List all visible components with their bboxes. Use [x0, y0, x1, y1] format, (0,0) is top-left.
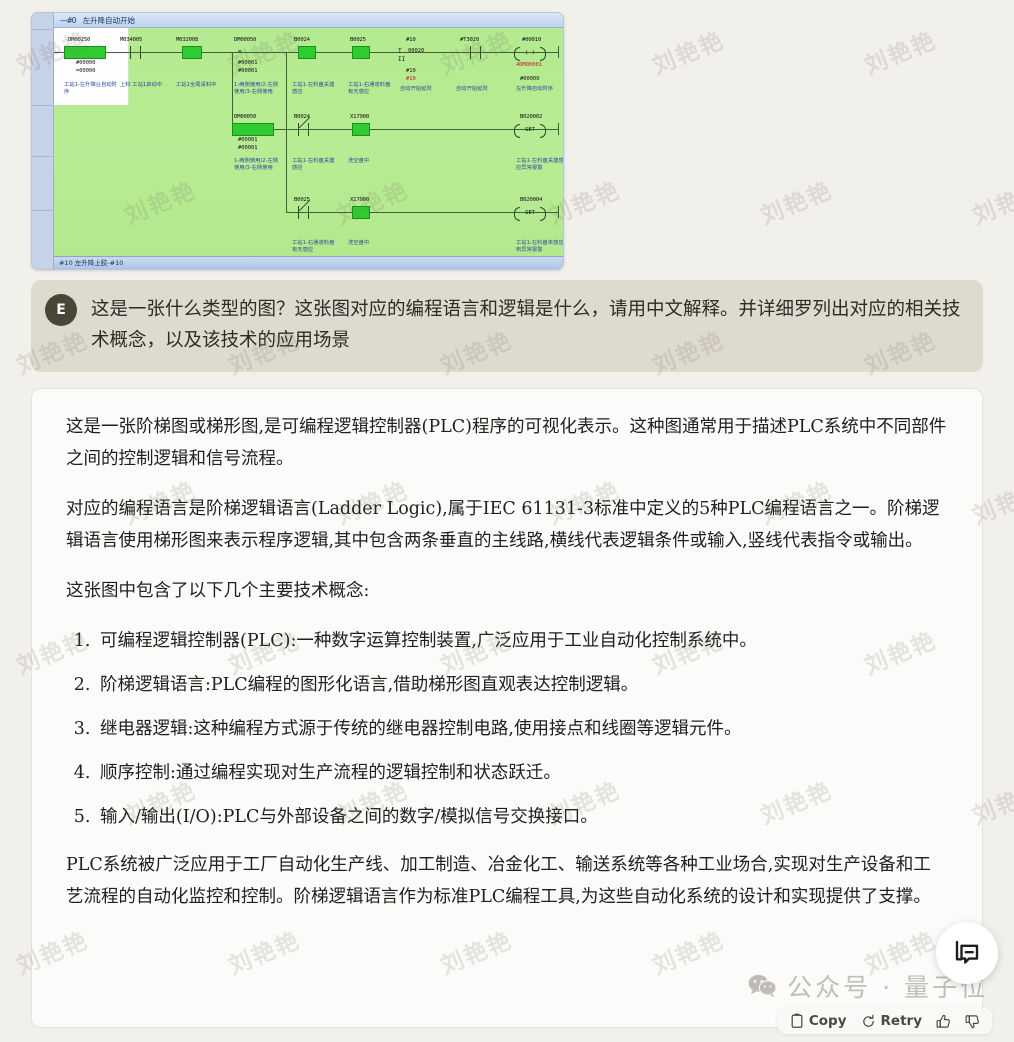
clipboard-icon	[791, 1013, 803, 1028]
plc-window: —#0 左升降自动开始 DM00250 #00000 =00000 工站1-左升降…	[32, 13, 563, 269]
plc-block-dm00250	[64, 46, 106, 59]
answer-closing-paragraph: PLC系统被广泛应用于工厂自动化生产线、加工制造、冶金化工、输送系统等各种工业场…	[66, 855, 931, 907]
plc-contact-m034005	[130, 46, 141, 59]
watermark-text: 刘艳艳	[968, 177, 1014, 230]
list-item: 输入/输出(I/O):PLC与外部设备之间的数字/模拟信号交换接口。	[96, 801, 948, 833]
right-rail	[558, 46, 559, 58]
plc-coil-00010: ( )	[514, 46, 546, 61]
plc-row-gutter	[32, 13, 54, 269]
list-item: 继电器逻辑:这种编程方式源于传统的继电器控制电路,使用接点和线圈等逻辑元件。	[96, 713, 948, 745]
plc-contact-nc-b0024	[298, 116, 311, 136]
chat-feedback-icon	[955, 940, 979, 964]
retry-icon	[862, 1014, 874, 1027]
plc-rung-title: 左升降自动开始	[82, 16, 136, 25]
plc-next-rung-bar: #10 左升降上胶-#10	[54, 256, 563, 269]
plc-block-b0025	[352, 46, 370, 59]
feedback-button[interactable]	[936, 922, 998, 984]
plc-block-dm00050-b	[232, 123, 274, 136]
thumbs-up-icon	[936, 1014, 950, 1028]
plc-block-x17900-a	[352, 123, 370, 136]
watermark-text: 刘艳艳	[648, 27, 729, 80]
plc-ladder-diagram-image[interactable]: —#0 左升降自动开始 DM00250 #00000 =00000 工站1-左升降…	[31, 12, 564, 270]
watermark-text: 刘艳艳	[860, 27, 941, 80]
user-question-text: 这是一张什么类型的图？这张图对应的编程语言和逻辑是什么，请用中文解释。并详细罗列…	[91, 299, 961, 351]
plc-rung-title-bar: —#0 左升降自动开始	[54, 13, 563, 28]
user-question-bubble: E 这是一张什么类型的图？这张图对应的编程语言和逻辑是什么，请用中文解释。并详细…	[31, 280, 983, 372]
message-action-bar: Copy Retry	[777, 1008, 992, 1034]
copy-button[interactable]: Copy	[790, 1013, 847, 1029]
retry-label: Retry	[880, 1013, 922, 1029]
plc-contact-t3020	[470, 46, 481, 59]
plc-block-x17900-b	[352, 206, 370, 219]
user-message-row: E 这是一张什么类型的图？这张图对应的编程语言和逻辑是什么，请用中文解释。并详细…	[31, 280, 983, 372]
answer-paragraph-2: 对应的编程语言是阶梯逻辑语言(Ladder Logic),属于IEC 61131…	[66, 499, 940, 551]
plc-rung-number: —#0	[60, 16, 77, 25]
plc-coil-set-b020002: SET	[514, 123, 546, 138]
list-item: 顺序控制:通过编程实现对生产流程的逻辑控制和状态跃迁。	[96, 757, 948, 789]
assistant-answer-card: 这是一张阶梯图或梯形图,是可编程逻辑控制器(PLC)程序的可视化表示。这种图通常…	[31, 388, 983, 1028]
watermark-text: 刘艳艳	[756, 177, 837, 230]
plc-coil-set-b020004: SET	[514, 206, 546, 221]
avatar: E	[45, 294, 77, 326]
answer-paragraph-1: 这是一张阶梯图或梯形图,是可编程逻辑控制器(PLC)程序的可视化表示。这种图通常…	[66, 417, 947, 469]
plc-block-m032008	[182, 46, 202, 59]
answer-paragraph-3: 这张图中包含了以下几个主要技术概念:	[66, 581, 370, 601]
list-item: 可编程逻辑控制器(PLC):一种数字运算控制装置,广泛应用于工业自动化控制系统中…	[96, 625, 948, 657]
branch-vertical-left	[232, 52, 233, 129]
branch-vertical-mid	[286, 52, 287, 212]
plc-contact-nc-b0025	[298, 199, 311, 219]
copy-label: Copy	[808, 1013, 847, 1029]
thumbs-up-button[interactable]	[936, 1014, 951, 1029]
plc-canvas: DM00250 #00000 =00000 工站1-左升降台自动时序 M0340…	[54, 28, 563, 256]
retry-button[interactable]: Retry	[861, 1013, 922, 1029]
thumbs-down-button[interactable]	[965, 1014, 980, 1029]
rung2-wire	[232, 129, 559, 130]
answer-concepts-list: 可编程逻辑控制器(PLC):一种数字运算控制装置,广泛应用于工业自动化控制系统中…	[66, 625, 948, 833]
thumbs-down-icon	[965, 1014, 979, 1028]
list-item: 阶梯逻辑语言:PLC编程的图形化语言,借助梯形图直观表达控制逻辑。	[96, 669, 948, 701]
